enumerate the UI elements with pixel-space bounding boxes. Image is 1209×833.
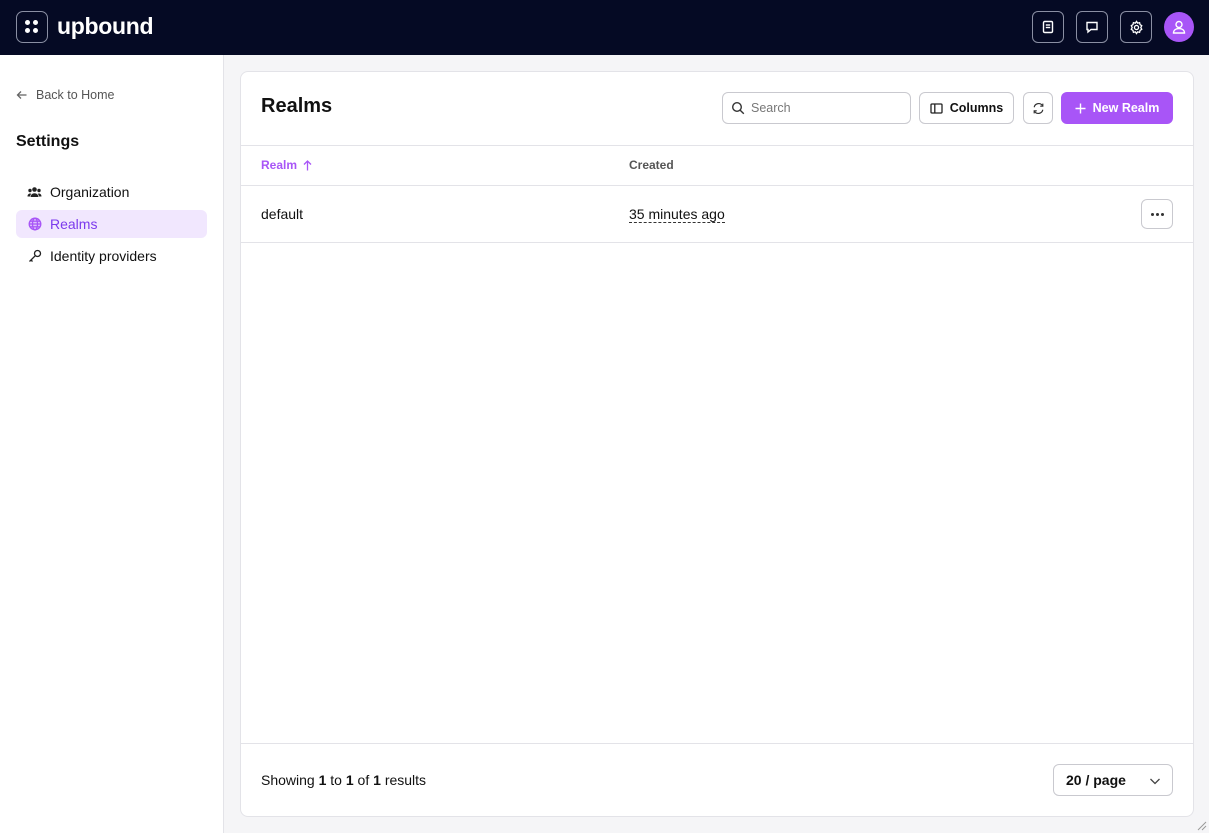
- chevron-down-icon: [1150, 778, 1160, 785]
- back-to-home-label: Back to Home: [36, 88, 115, 102]
- apps-grid-icon[interactable]: [16, 11, 48, 43]
- columns-icon: [930, 102, 943, 114]
- column-header-realm[interactable]: Realm: [261, 158, 312, 172]
- sidebar-item-label: Identity providers: [50, 248, 157, 264]
- chat-icon: [1086, 21, 1098, 34]
- docs-icon: [1042, 20, 1054, 34]
- resize-handle-icon[interactable]: [1197, 821, 1207, 831]
- row-actions-button[interactable]: [1141, 199, 1173, 229]
- sidebar: Back to Home Settings Organization Realm…: [0, 55, 224, 833]
- people-icon: [27, 185, 42, 200]
- globe-icon: [27, 217, 42, 232]
- columns-button[interactable]: Columns: [919, 92, 1014, 124]
- docs-button[interactable]: [1032, 11, 1064, 43]
- sidebar-item-identity-providers[interactable]: Identity providers: [16, 242, 207, 270]
- refresh-button[interactable]: [1023, 92, 1053, 124]
- page-size-select[interactable]: 20 / page: [1053, 764, 1173, 796]
- back-to-home-link[interactable]: Back to Home: [16, 86, 115, 104]
- sidebar-item-label: Realms: [50, 216, 98, 232]
- top-bar: upbound: [0, 0, 1209, 55]
- search-icon: [731, 101, 745, 115]
- table-footer: Showing 1 to 1 of 1 results 20 / page: [241, 743, 1193, 816]
- feedback-button[interactable]: [1076, 11, 1108, 43]
- settings-button[interactable]: [1120, 11, 1152, 43]
- brand-logo[interactable]: upbound: [57, 11, 154, 41]
- page-size-value: 20 / page: [1066, 772, 1126, 788]
- columns-label: Columns: [949, 101, 1004, 115]
- plus-icon: [1075, 103, 1086, 113]
- user-avatar-icon: [1172, 20, 1186, 34]
- arrow-left-icon: [16, 91, 27, 99]
- table-header: Realm Created: [241, 145, 1193, 186]
- page-title: Realms: [261, 95, 333, 117]
- user-avatar[interactable]: [1164, 12, 1194, 42]
- realm-name-cell[interactable]: default: [261, 206, 303, 222]
- search-field[interactable]: [722, 92, 911, 124]
- new-realm-label: New Realm: [1092, 101, 1160, 115]
- refresh-icon: [1033, 102, 1043, 114]
- sort-ascending-icon: [303, 159, 312, 170]
- column-header-label: Realm: [261, 158, 298, 172]
- sidebar-item-label: Organization: [50, 184, 130, 200]
- search-input[interactable]: [751, 101, 901, 115]
- more-dots-icon: [1150, 212, 1154, 216]
- sidebar-item-realms[interactable]: Realms: [16, 210, 207, 238]
- created-cell: 35 minutes ago: [629, 206, 725, 223]
- column-header-created[interactable]: Created: [629, 158, 674, 172]
- gear-icon: [1129, 19, 1143, 35]
- sidebar-item-organization[interactable]: Organization: [16, 178, 207, 206]
- sidebar-title: Settings: [16, 133, 80, 150]
- realms-panel: Realms Columns New Realm Realm Create: [240, 71, 1194, 817]
- new-realm-button[interactable]: New Realm: [1061, 92, 1173, 124]
- key-icon: [27, 249, 42, 264]
- table-row[interactable]: default 35 minutes ago: [241, 186, 1193, 243]
- results-summary: Showing 1 to 1 of 1 results: [261, 772, 427, 788]
